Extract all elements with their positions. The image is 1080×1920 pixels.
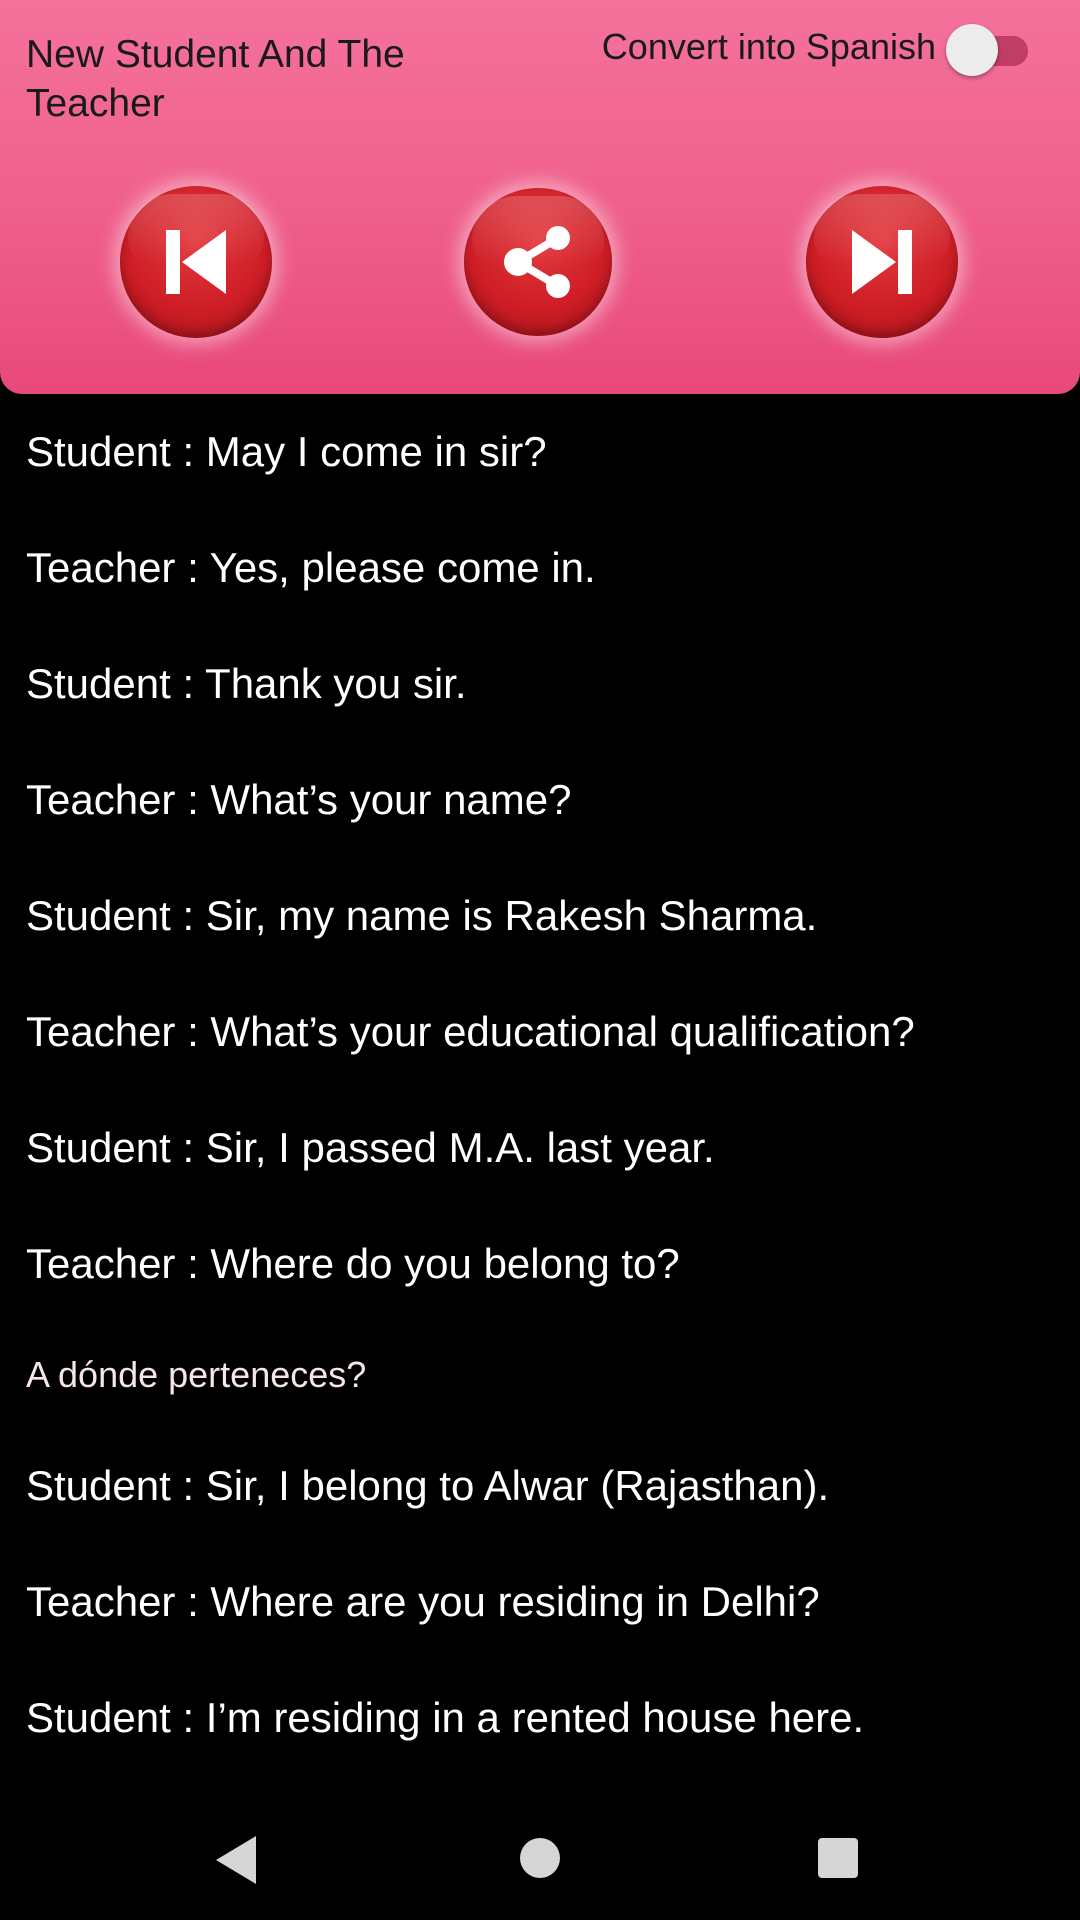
system-nav-bar: [0, 1800, 1080, 1920]
dialogue-line: Student : Sir, my name is Rakesh Sharma.: [26, 892, 818, 939]
dialogue-line: Teacher : Yes, please come in.: [26, 544, 596, 591]
toggle-thumb: [946, 24, 998, 76]
dialogue-line: Student : Sir, I passed M.A. last year.: [26, 1124, 715, 1171]
skip-previous-icon: [166, 230, 226, 294]
dialogue-line: Student : May I come in sir?: [26, 428, 547, 475]
home-circle-icon[interactable]: [520, 1838, 560, 1878]
app-screen: New Student And The Teacher Convert into…: [0, 0, 1080, 1920]
share-icon: [504, 226, 570, 298]
page-title: New Student And The Teacher: [26, 33, 405, 125]
dialogue-line: Teacher : What’s your educational qualif…: [26, 1008, 915, 1055]
share-button[interactable]: [464, 188, 612, 336]
dialogue-line: Teacher : What’s your name?: [26, 776, 572, 823]
spanish-translation-line: A dónde perteneces?: [26, 1354, 367, 1395]
dialogue-line: Student : Sir, I belong to Alwar (Rajast…: [26, 1462, 830, 1509]
next-button[interactable]: [806, 186, 958, 338]
skip-next-icon: [852, 230, 912, 294]
dialogue-line: Student : Thank you sir.: [26, 660, 467, 707]
dialogue-line: Teacher : Where are you residing in Delh…: [26, 1578, 820, 1625]
convert-spanish-toggle[interactable]: [946, 24, 1030, 76]
dialogue-list: Student : May I come in sir? Teacher : Y…: [26, 394, 1056, 1776]
header-panel: New Student And The Teacher Convert into…: [0, 0, 1080, 394]
dialogue-line: Teacher : Where do you belong to?: [26, 1240, 680, 1287]
back-triangle-icon[interactable]: [216, 1836, 256, 1884]
previous-button[interactable]: [120, 186, 272, 338]
convert-spanish-label: Convert into Spanish: [601, 26, 936, 67]
recents-square-icon[interactable]: [818, 1838, 858, 1878]
dialogue-line: Student : I’m residing in a rented house…: [26, 1694, 865, 1741]
